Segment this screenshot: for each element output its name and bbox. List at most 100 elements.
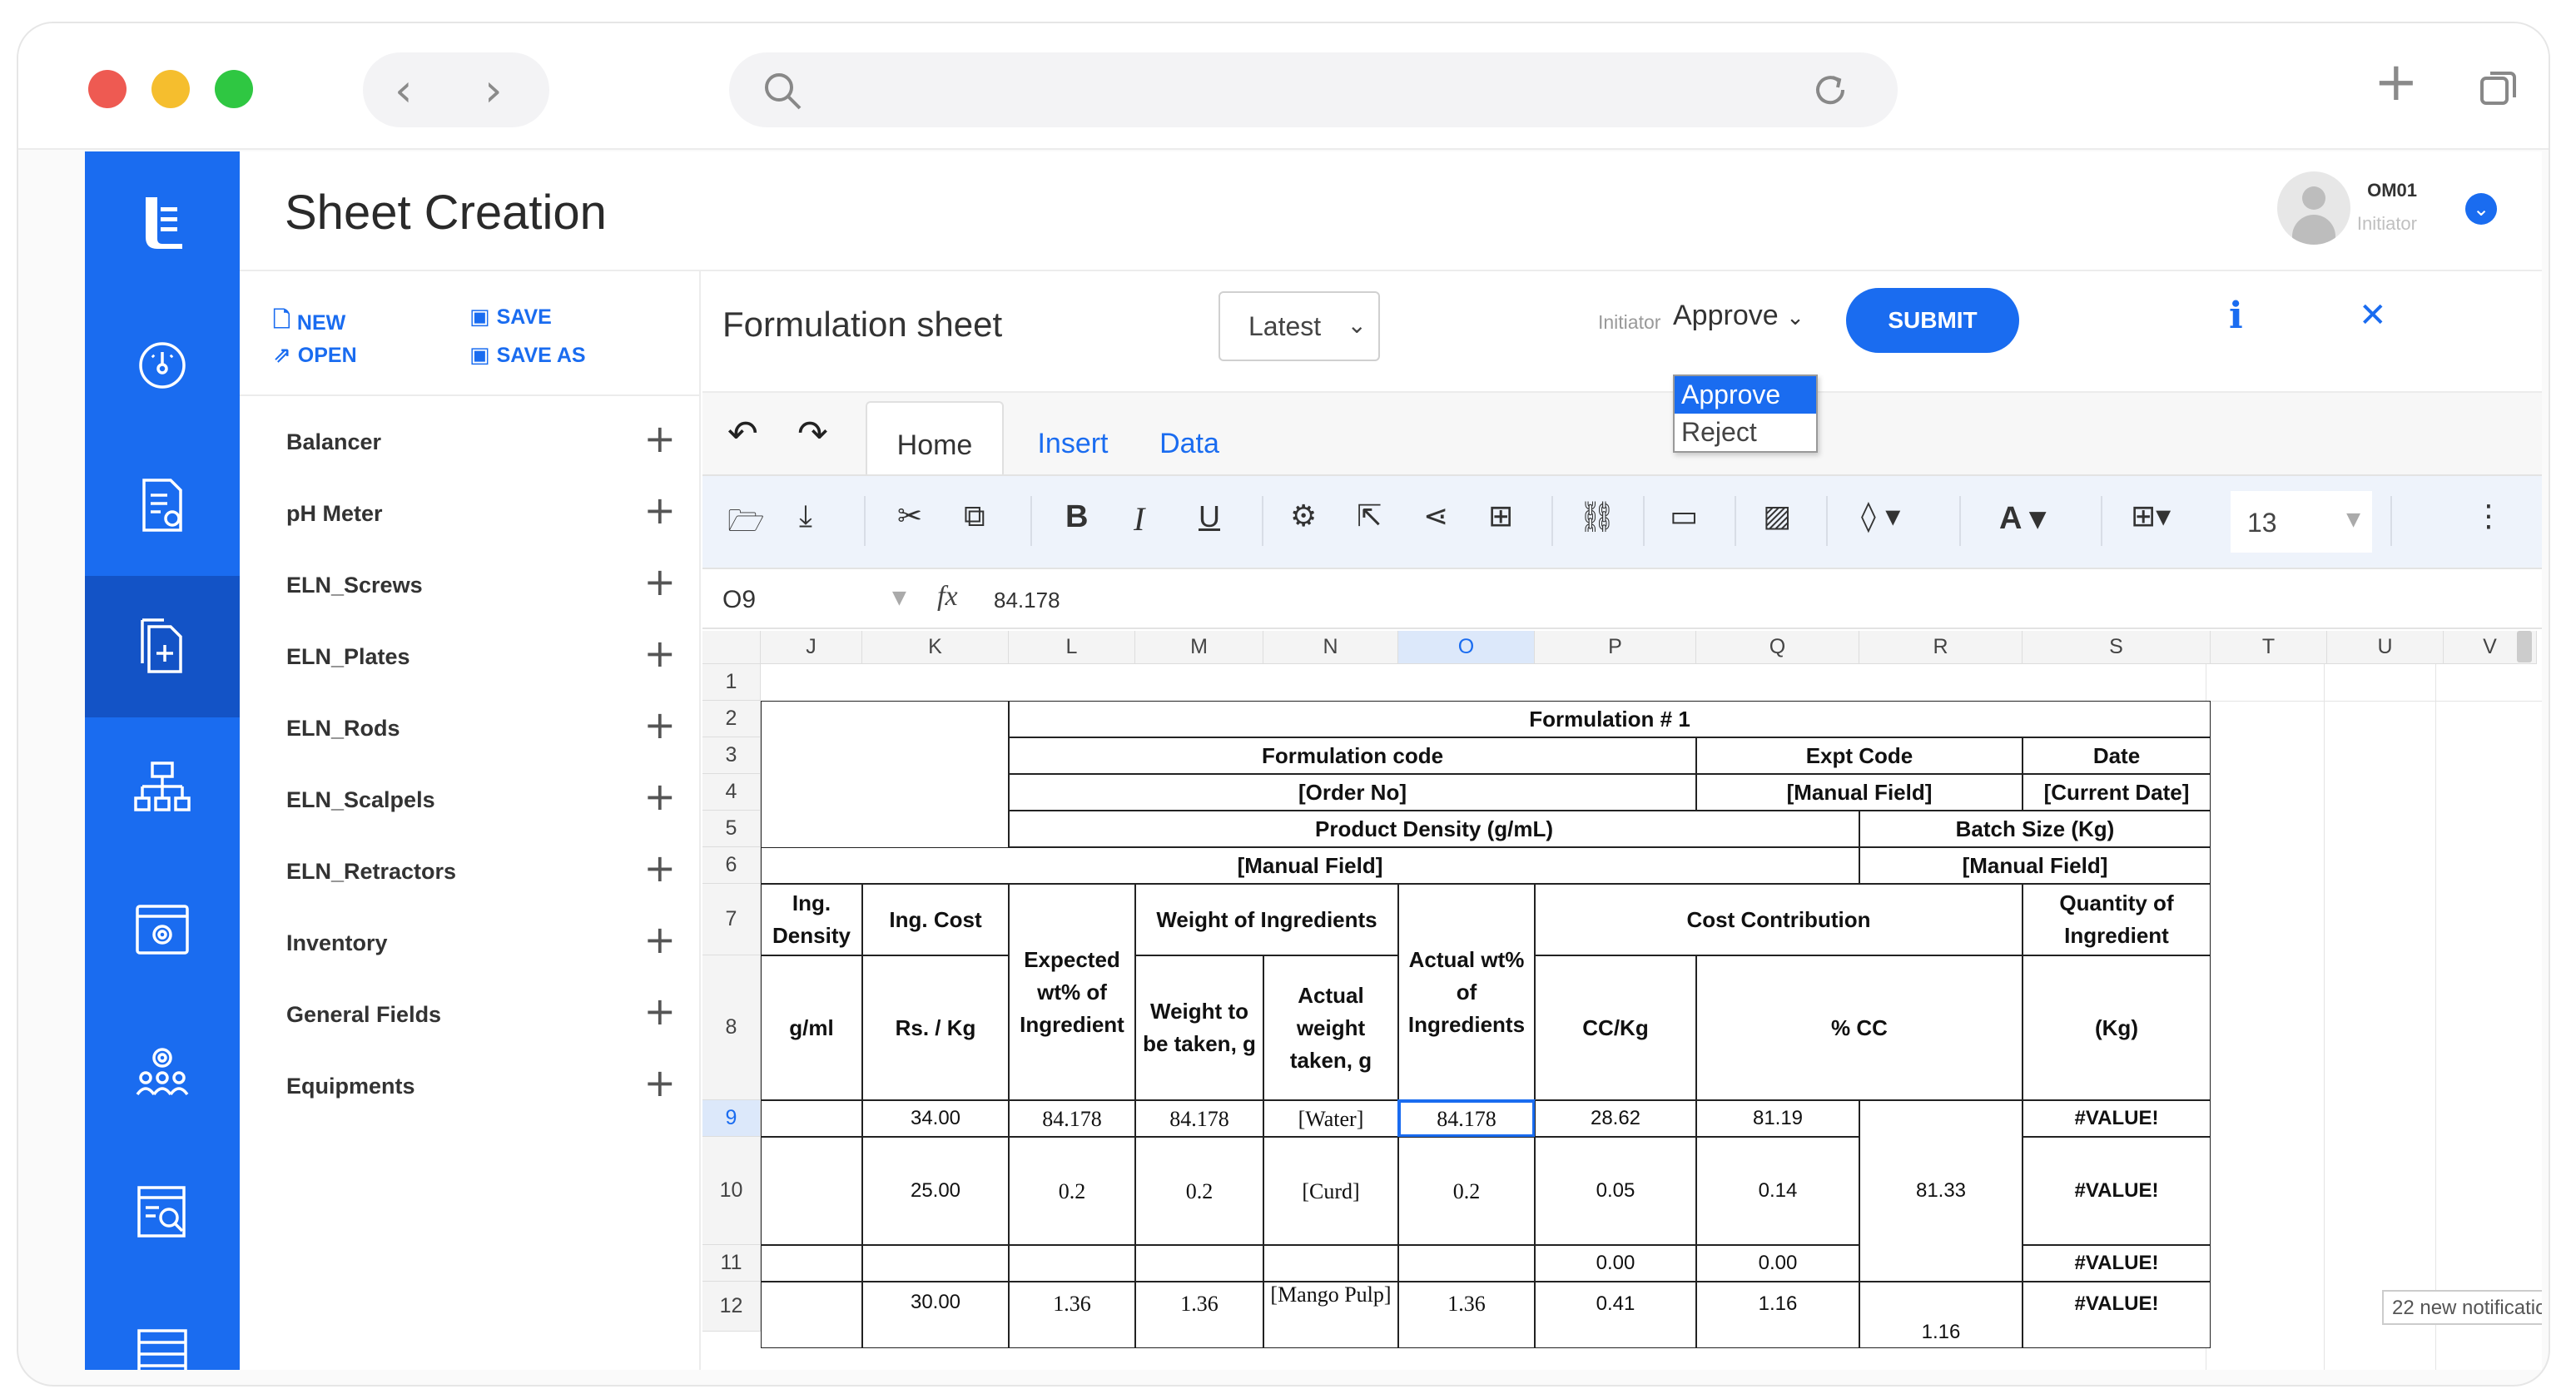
- hierarchy-icon[interactable]: [85, 717, 240, 859]
- table-cell[interactable]: 1.36: [1009, 1282, 1135, 1348]
- manual-field-cell[interactable]: [Manual Field]: [1859, 847, 2211, 884]
- column-header[interactable]: P: [1535, 631, 1696, 664]
- image-icon[interactable]: ▨: [1763, 499, 1791, 533]
- table-cell[interactable]: 1.16: [1859, 1282, 2023, 1348]
- tabs-overview-icon[interactable]: [2479, 67, 2520, 108]
- redo-icon[interactable]: ↷: [797, 413, 828, 455]
- row-header[interactable]: 1: [702, 664, 761, 701]
- table-cell[interactable]: 1.36: [1135, 1282, 1263, 1348]
- table-cell[interactable]: #VALUE!: [2023, 1282, 2211, 1348]
- table-cell[interactable]: #VALUE!: [2023, 1245, 2211, 1282]
- table-cell[interactable]: 0.2: [1398, 1137, 1535, 1245]
- vertical-scrollbar[interactable]: [2517, 631, 2532, 662]
- minimize-window-dot[interactable]: [151, 70, 190, 108]
- product-density-header[interactable]: Product Density (g/mL): [1009, 811, 1859, 847]
- fill-color-icon[interactable]: ◊ ▾: [1861, 499, 1900, 533]
- expand-plus-icon[interactable]: +: [643, 846, 676, 890]
- row-header[interactable]: 7: [702, 884, 761, 955]
- expand-plus-icon[interactable]: +: [643, 917, 676, 962]
- unit-kg-cell[interactable]: (Kg): [2023, 955, 2211, 1100]
- column-header[interactable]: T: [2211, 631, 2327, 664]
- column-header-selected[interactable]: O: [1398, 631, 1535, 664]
- expand-plus-icon[interactable]: +: [643, 631, 676, 676]
- date-header[interactable]: Date: [2023, 737, 2211, 774]
- new-tab-icon[interactable]: +: [2374, 52, 2419, 113]
- row-header[interactable]: 12: [702, 1282, 761, 1332]
- column-header[interactable]: N: [1263, 631, 1398, 664]
- merge-icon[interactable]: ⊞: [1488, 499, 1513, 533]
- option-reject[interactable]: Reject: [1675, 414, 1816, 451]
- panel-item-ph-meter[interactable]: pH Meter +: [240, 478, 699, 549]
- selected-cell-o9[interactable]: 84.178: [1397, 1099, 1536, 1138]
- row-header[interactable]: 8: [702, 955, 761, 1100]
- bold-icon[interactable]: B: [1065, 499, 1088, 535]
- panel-item-eln-scalpels[interactable]: ELN_Scalpels +: [240, 764, 699, 836]
- tab-insert[interactable]: Insert: [1019, 401, 1127, 478]
- table-cell[interactable]: [1263, 1245, 1398, 1282]
- column-header[interactable]: J: [761, 631, 862, 664]
- table-cell[interactable]: [Mango Pulp]: [1263, 1282, 1398, 1348]
- table-cell[interactable]: #VALUE!: [2023, 1137, 2211, 1245]
- panel-item-eln-plates[interactable]: ELN_Plates +: [240, 621, 699, 692]
- current-date-cell[interactable]: [Current Date]: [2023, 774, 2211, 811]
- formulation-title-cell[interactable]: Formulation # 1: [1009, 701, 2211, 737]
- panel-item-equipments[interactable]: Equipments +: [240, 1050, 699, 1122]
- pct-cc-header[interactable]: % CC: [1696, 955, 2023, 1100]
- table-cell[interactable]: [1135, 1245, 1263, 1282]
- row-header[interactable]: 3: [702, 737, 761, 774]
- link-icon[interactable]: ⛓: [1578, 499, 1616, 534]
- table-cell[interactable]: 0.2: [1009, 1137, 1135, 1245]
- expand-plus-icon[interactable]: +: [643, 488, 676, 533]
- column-header[interactable]: R: [1859, 631, 2023, 664]
- save-as-button[interactable]: ▣ SAVE AS: [469, 343, 586, 368]
- order-no-cell[interactable]: [Order No]: [1009, 774, 1696, 811]
- formulation-code-header[interactable]: Formulation code: [1009, 737, 1696, 774]
- cell-reference[interactable]: O9: [722, 586, 756, 614]
- column-header[interactable]: K: [862, 631, 1009, 664]
- table-cell[interactable]: 1.16: [1696, 1282, 1859, 1348]
- panel-item-eln-rods[interactable]: ELN_Rods +: [240, 692, 699, 764]
- expected-wt-header[interactable]: Expected wt% of Ingredient: [1009, 884, 1135, 1100]
- actual-weight-taken-header[interactable]: Actual weight taken, g: [1263, 955, 1398, 1100]
- download-icon[interactable]: ⤓: [799, 499, 812, 534]
- info-icon[interactable]: i: [2229, 295, 2243, 337]
- panel-item-inventory[interactable]: Inventory +: [240, 907, 699, 979]
- table-cell[interactable]: 84.178: [1135, 1100, 1263, 1137]
- notification-toast[interactable]: 22 new notifications: [2382, 1290, 2542, 1325]
- table-cell[interactable]: 84.178: [1009, 1100, 1135, 1137]
- cost-contribution-header[interactable]: Cost Contribution: [1535, 884, 2023, 955]
- app-logo-icon[interactable]: [85, 151, 240, 293]
- font-color-icon[interactable]: A ▾: [1999, 499, 2046, 537]
- external-link-icon[interactable]: ⇱: [1357, 499, 1382, 533]
- panel-item-general-fields[interactable]: General Fields +: [240, 979, 699, 1050]
- team-settings-icon[interactable]: [85, 1000, 240, 1142]
- table-cell-merged[interactable]: 81.33: [1859, 1100, 2023, 1282]
- search-report-icon[interactable]: [85, 1142, 240, 1283]
- row-header[interactable]: 4: [702, 774, 761, 811]
- save-button[interactable]: ▣ SAVE: [469, 305, 552, 330]
- copy-icon[interactable]: ⧉: [964, 499, 985, 534]
- expand-plus-icon[interactable]: +: [643, 559, 676, 604]
- option-approve[interactable]: Approve: [1675, 376, 1816, 414]
- panel-item-balancer[interactable]: Balancer +: [240, 406, 699, 478]
- chevron-down-icon[interactable]: ▼: [892, 588, 906, 608]
- ing-cost-header[interactable]: Ing. Cost: [862, 884, 1009, 955]
- row-header[interactable]: 11: [702, 1245, 761, 1282]
- table-cell[interactable]: [761, 1137, 862, 1245]
- borders-icon[interactable]: ⊞▾: [2131, 499, 2171, 533]
- table-cell[interactable]: 0.2: [1135, 1137, 1263, 1245]
- expand-plus-icon[interactable]: +: [643, 416, 676, 461]
- font-size-select[interactable]: 13 ▼: [2231, 491, 2372, 553]
- row-header[interactable]: 2: [702, 701, 761, 737]
- sheet-creation-icon[interactable]: [85, 576, 240, 717]
- table-cell[interactable]: 30.00: [862, 1282, 1009, 1348]
- undo-icon[interactable]: ↶: [727, 413, 758, 455]
- settings-window-icon[interactable]: [85, 859, 240, 1000]
- unit-gml-cell[interactable]: g/ml: [761, 955, 862, 1100]
- column-header[interactable]: S: [2023, 631, 2211, 664]
- column-header[interactable]: Q: [1696, 631, 1859, 664]
- table-cell[interactable]: 81.19: [1696, 1100, 1859, 1137]
- table-cell[interactable]: [1009, 1245, 1135, 1282]
- user-menu-chevron-icon[interactable]: ⌄: [2465, 193, 2497, 225]
- share-icon[interactable]: ⋖: [1423, 499, 1448, 533]
